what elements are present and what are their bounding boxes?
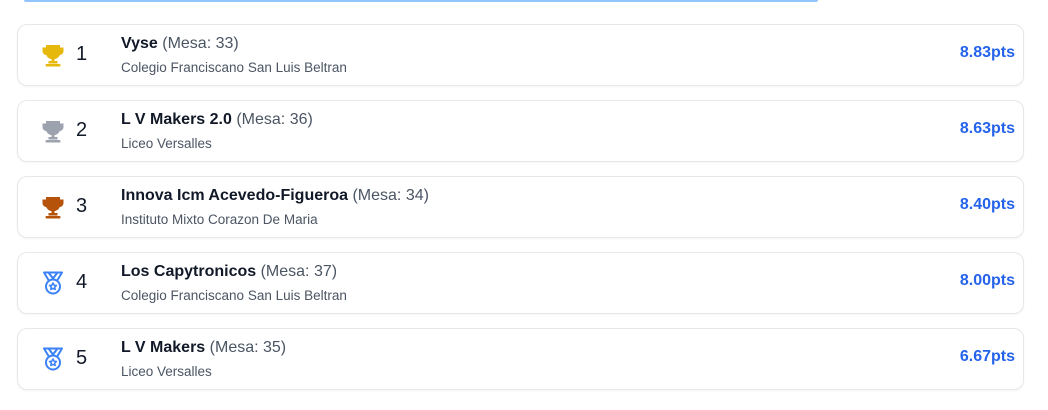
team-name: Innova Icm Acevedo-Figueroa bbox=[121, 187, 349, 204]
rank-number: 4 bbox=[76, 271, 88, 293]
school-name: Liceo Versalles bbox=[121, 364, 212, 379]
school-name: Colegio Franciscano San Luis Beltran bbox=[121, 60, 347, 75]
table-number: (Mesa: 37) bbox=[260, 263, 338, 280]
rank-number: 1 bbox=[76, 43, 88, 65]
team-name: L V Makers bbox=[121, 339, 206, 356]
table-number: (Mesa: 34) bbox=[352, 187, 429, 204]
ranking-row[interactable]: 4 Los Capytronicos (Mesa: 37) Colegio Fr… bbox=[17, 252, 1024, 314]
ranking-row[interactable]: 3 Innova Icm Acevedo-Figueroa (Mesa: 34)… bbox=[17, 176, 1024, 238]
rank-number: 2 bbox=[76, 119, 88, 141]
medal-icon bbox=[40, 270, 66, 296]
table-number: (Mesa: 36) bbox=[236, 111, 313, 128]
team-info: Innova Icm Acevedo-Figueroa (Mesa: 34) I… bbox=[121, 186, 429, 229]
school-name: Instituto Mixto Corazon De Maria bbox=[121, 212, 318, 227]
rank-number: 3 bbox=[76, 195, 88, 217]
trophy-silver-icon bbox=[40, 118, 66, 144]
ranking-row[interactable]: 5 L V Makers (Mesa: 35) Liceo Versalles … bbox=[17, 328, 1024, 390]
team-name: Vyse bbox=[121, 35, 158, 52]
ranking-list: 1 Vyse (Mesa: 33) Colegio Franciscano Sa… bbox=[17, 24, 1024, 390]
school-name: Liceo Versalles bbox=[121, 136, 212, 151]
team-info: Vyse (Mesa: 33) Colegio Franciscano San … bbox=[121, 34, 347, 77]
score: 8.00pts bbox=[959, 272, 1015, 289]
rank-number: 5 bbox=[76, 347, 88, 369]
ranking-row[interactable]: 2 L V Makers 2.0 (Mesa: 36) Liceo Versal… bbox=[17, 100, 1024, 162]
score: 8.83pts bbox=[959, 44, 1015, 61]
trophy-gold-icon bbox=[40, 42, 66, 68]
team-info: L V Makers 2.0 (Mesa: 36) Liceo Versalle… bbox=[121, 110, 313, 153]
team-info: Los Capytronicos (Mesa: 37) Colegio Fran… bbox=[121, 262, 347, 305]
medal-icon bbox=[40, 346, 66, 372]
ranking-row[interactable]: 1 Vyse (Mesa: 33) Colegio Franciscano Sa… bbox=[17, 24, 1024, 86]
table-number: (Mesa: 35) bbox=[209, 339, 287, 356]
score: 8.40pts bbox=[959, 196, 1015, 213]
team-name: L V Makers 2.0 bbox=[121, 111, 232, 128]
top-progress-strip bbox=[24, 0, 818, 2]
score: 8.63pts bbox=[959, 120, 1015, 137]
school-name: Colegio Franciscano San Luis Beltran bbox=[121, 288, 347, 303]
trophy-bronze-icon bbox=[40, 194, 66, 220]
table-number: (Mesa: 33) bbox=[162, 35, 239, 52]
team-name: Los Capytronicos bbox=[121, 263, 257, 280]
score: 6.67pts bbox=[959, 348, 1015, 365]
team-info: L V Makers (Mesa: 35) Liceo Versalles bbox=[121, 338, 286, 381]
